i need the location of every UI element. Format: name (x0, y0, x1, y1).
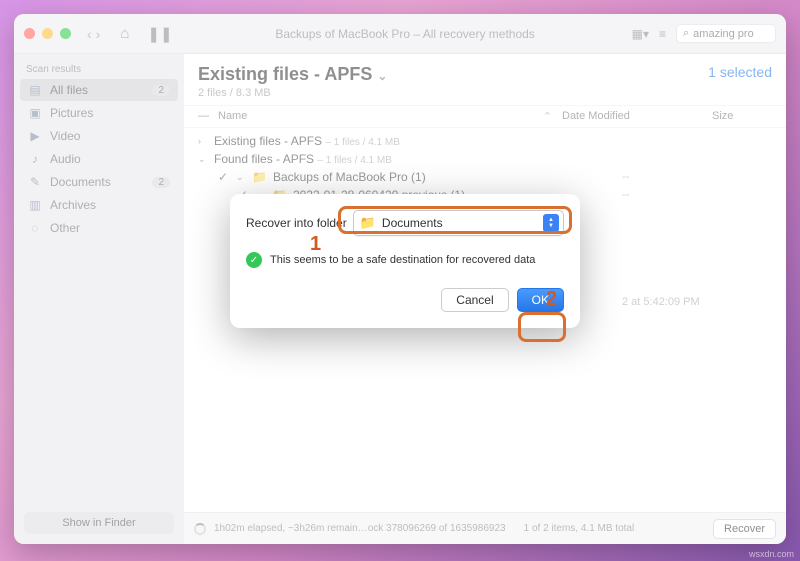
check-circle-icon: ✓ (246, 252, 262, 268)
show-in-finder-button[interactable]: Show in Finder (24, 512, 174, 534)
sidebar-item-documents[interactable]: ✎ Documents 2 (20, 171, 178, 193)
sidebar-item-other[interactable]: ◌ Other (20, 217, 178, 239)
count-badge: 2 (152, 177, 170, 188)
view-mode-icon[interactable]: ▦▾ (632, 27, 649, 41)
sidebar: Scan results ▤ All files 2 ▣ Pictures ▶ … (14, 54, 184, 544)
spinner-icon (194, 523, 206, 535)
status-text: 1h02m elapsed, ~3h26m remain…ock 3780962… (214, 523, 506, 534)
sidebar-item-all-files[interactable]: ▤ All files 2 (20, 79, 178, 101)
audio-icon: ♪ (28, 152, 42, 166)
folder-select[interactable]: 📁 Documents ▲▼ (353, 210, 564, 236)
folder-icon: 📁 (360, 215, 376, 231)
group-row[interactable]: › Existing files - APFS – 1 files / 4.1 … (190, 132, 780, 150)
main-header: Existing files - APFS ⌄ 2 files / 8.3 MB… (184, 54, 786, 106)
page-title[interactable]: Existing files - APFS ⌄ (198, 64, 387, 85)
sidebar-item-pictures[interactable]: ▣ Pictures (20, 102, 178, 124)
dropdown-stepper-icon[interactable]: ▲▼ (543, 214, 559, 232)
selected-count[interactable]: 1 selected (708, 64, 772, 80)
chevron-down-icon[interactable]: ⌄ (198, 154, 208, 165)
home-icon[interactable]: ⌂ (120, 25, 129, 42)
minimize-window-icon[interactable] (42, 28, 53, 39)
sidebar-item-label: Audio (50, 152, 81, 166)
page-subtitle: 2 files / 8.3 MB (198, 87, 387, 99)
nav-back-icon[interactable]: ‹ (87, 26, 92, 42)
col-name[interactable]: Name (218, 110, 543, 123)
col-date[interactable]: Date Modified (562, 110, 712, 123)
sidebar-item-label: Other (50, 221, 80, 235)
date-cell: 2 at 5:42:09 PM (622, 296, 772, 308)
tree-row[interactable]: ✓ ⌄ 📁 Backups of MacBook Pro (1) -- (190, 168, 780, 186)
recover-folder-label: Recover into folder (246, 216, 347, 230)
sidebar-item-archives[interactable]: ▥ Archives (20, 194, 178, 216)
pause-icon[interactable]: ❚❚ (147, 25, 172, 43)
sidebar-item-video[interactable]: ▶ Video (20, 125, 178, 147)
chevron-down-icon: ⌄ (377, 69, 387, 83)
cancel-button[interactable]: Cancel (441, 288, 508, 312)
other-icon: ◌ (28, 221, 42, 235)
recover-dialog: Recover into folder 📁 Documents ▲▼ ✓ Thi… (230, 194, 580, 328)
annotation-number-1: 1 (310, 233, 321, 256)
titlebar: ‹ › ⌂ ❚❚ Backups of MacBook Pro – All re… (14, 14, 786, 54)
folder-icon: 📁 (252, 170, 267, 184)
checkbox-checked-icon[interactable]: ✓ (218, 170, 230, 184)
nav-arrows: ‹ › (87, 26, 100, 42)
sidebar-header: Scan results (20, 62, 178, 79)
folder-name: Documents (382, 216, 537, 230)
files-icon: ▤ (28, 83, 42, 97)
sidebar-item-label: Video (50, 129, 80, 143)
col-size[interactable]: Size (712, 110, 772, 123)
statusbar: 1h02m elapsed, ~3h26m remain…ock 3780962… (184, 512, 786, 544)
traffic-lights (24, 28, 71, 39)
nav-forward-icon[interactable]: › (96, 26, 101, 42)
close-window-icon[interactable] (24, 28, 35, 39)
status-count: 1 of 2 items, 4.1 MB total (524, 523, 635, 534)
count-badge: 2 (152, 85, 170, 96)
column-headers: — Name ⌃ Date Modified Size (184, 106, 786, 128)
chevron-right-icon[interactable]: › (198, 136, 208, 146)
pictures-icon: ▣ (28, 106, 42, 120)
date-cell: -- (622, 189, 772, 201)
sidebar-item-audio[interactable]: ♪ Audio (20, 148, 178, 170)
group-row[interactable]: ⌄ Found files - APFS – 1 files / 4.1 MB (190, 150, 780, 168)
video-icon: ▶ (28, 129, 42, 143)
sidebar-item-label: All files (50, 83, 88, 97)
select-all-checkbox[interactable]: — (198, 110, 218, 123)
search-input[interactable]: ⌕ amazing pro (676, 24, 776, 43)
recover-button[interactable]: Recover (713, 519, 776, 539)
annotation-number-2: 2 (546, 288, 557, 311)
window-title: Backups of MacBook Pro – All recovery me… (185, 27, 626, 41)
watermark: wsxdn.com (749, 549, 794, 559)
chevron-down-icon[interactable]: ⌄ (236, 172, 246, 183)
search-value: amazing pro (693, 28, 754, 40)
sidebar-item-label: Pictures (50, 106, 93, 120)
search-icon: ⌕ (683, 27, 689, 40)
maximize-window-icon[interactable] (60, 28, 71, 39)
sort-icon: ⌃ (543, 110, 552, 123)
sidebar-item-label: Archives (50, 198, 96, 212)
sidebar-item-label: Documents (50, 175, 111, 189)
documents-icon: ✎ (28, 175, 42, 189)
archives-icon: ▥ (28, 198, 42, 212)
filter-icon[interactable]: ≡ (659, 27, 666, 41)
date-cell: -- (622, 171, 772, 183)
